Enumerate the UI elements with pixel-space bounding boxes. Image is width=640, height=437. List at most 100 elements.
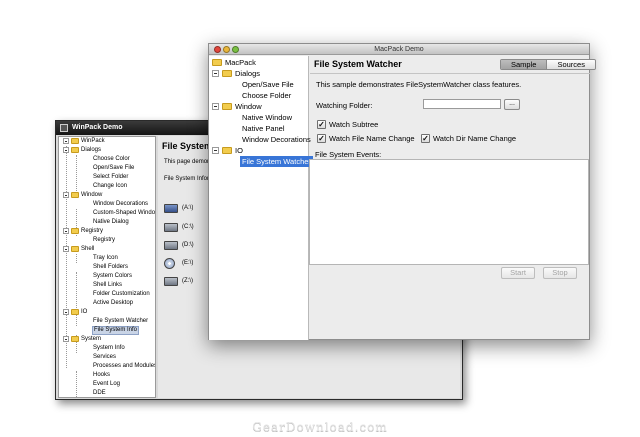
tree-label: Shell Links [93,282,123,288]
checkbox-label: Watch File Name Change [329,134,415,143]
folder-icon [71,309,79,315]
tree-guide-line [76,254,77,263]
checkmark-icon[interactable]: ✓ [317,134,326,143]
tree-label: Active Desktop [93,300,134,306]
tree-label: Native Panel [242,124,285,133]
watching-folder-input[interactable] [423,99,501,109]
zoom-window-button[interactable] [232,46,239,53]
tree-label: Native Window [242,113,293,122]
tree-label: Event Log [93,381,121,387]
tree-label: IO [235,146,243,155]
folder-icon [71,138,79,144]
browse-folder-button[interactable]: ... [504,99,520,110]
tree-label: Folder Customization [93,291,150,297]
tree-label: Window [235,102,262,111]
tree-label: Dialogs [235,69,261,78]
watermark: GearDownload.com [252,420,388,434]
tree-label: System Info [93,345,125,351]
checkmark-icon[interactable]: ✓ [421,134,430,143]
collapse-icon[interactable] [212,147,219,154]
macpack-window: MacPack Demo MacPack Dialogs Open/Save F… [208,43,596,340]
header-divider [310,73,590,74]
tree-label: Services [93,354,117,360]
tree-label: Change Icon [93,183,128,189]
tree-label: Registry [81,228,104,234]
folder-icon [71,228,79,234]
events-label: File System Events: [315,150,382,159]
collapse-icon[interactable] [63,246,69,252]
drive-label: (D:\) [182,242,194,248]
view-segmented-control: Sample Sources [500,59,596,70]
collapse-icon[interactable] [212,70,219,77]
tree-guide-line [76,272,77,326]
cd-drive-icon [164,258,175,269]
minimize-window-button[interactable] [223,46,230,53]
collapse-icon[interactable] [63,138,69,144]
folder-icon [212,59,222,66]
folder-icon [71,336,79,342]
winpack-title: WinPack Demo [72,124,123,131]
folder-icon [71,192,79,198]
collapse-icon[interactable] [63,336,69,342]
start-button[interactable]: Start [501,267,535,279]
macpack-title-bar[interactable]: MacPack Demo [209,44,589,55]
drive-label: (Z:\) [182,278,193,284]
winpack-description: This page demon [164,159,211,165]
watching-folder-label: Watching Folder: [316,101,373,110]
tree-label: Native Dialog [93,219,129,225]
tree-label: IO [81,309,88,315]
tree-label: System [81,336,102,342]
tree-label: System Colors [93,273,133,279]
hard-drive-icon [164,223,178,232]
tree-label-selected: File System Watcher [240,156,313,167]
winpack-info-label: File System Inform [164,176,215,182]
drive-label: (A:\) [182,205,194,211]
macpack-tree: MacPack Dialogs Open/Save File Choose Fo… [209,56,313,340]
hard-drive-icon [164,241,178,250]
sample-description: This sample demonstrates FileSystemWatch… [316,80,522,89]
page-title: File System Watcher [314,59,402,69]
collapse-icon[interactable] [212,103,219,110]
network-drive-icon [164,277,178,286]
tree-label: Window [81,192,103,198]
folder-icon [222,70,232,77]
tree-label: DDE [93,390,106,396]
tree-guide-line [76,155,77,191]
collapse-icon[interactable] [63,192,69,198]
tree-label: Open/Save File [93,165,135,171]
tree-label: Dialogs [81,147,102,153]
folder-icon [222,103,232,110]
tree-label: Select Folder [93,174,129,180]
tree-label: WinPack [81,138,105,144]
tree-label: Tray Icon [93,255,118,261]
tree-label: File System Watcher [93,318,149,324]
tree-label: Shell Folders [93,264,129,270]
events-log-area[interactable] [309,159,589,265]
tree-label: Custom-Shaped Window [93,210,156,216]
folder-icon [71,147,79,153]
collapse-icon[interactable] [63,228,69,234]
tree-label: Registry [93,237,116,243]
tree-label: Hooks [93,372,111,378]
tree-guide-line [66,146,67,368]
checkmark-icon[interactable]: ✓ [317,120,326,129]
tree-label: Window Decorations [93,201,149,207]
tab-sample[interactable]: Sample [501,60,547,69]
tab-sources[interactable]: Sources [546,60,595,69]
checkbox-label: Watch Dir Name Change [433,134,517,143]
tree-label: Processes and Modules [93,363,156,369]
tree-label: Shell [81,246,95,252]
app-icon [60,124,68,132]
drive-label: (E:\) [182,260,194,266]
close-window-button[interactable] [214,46,221,53]
tree-label-selected: File System Info [92,326,140,335]
winpack-tree: WinPack Dialogs Choose Color Open/Save F… [58,136,156,398]
tree-guide-line [76,371,77,397]
tree-label: Open/Save File [242,80,294,89]
folder-icon [71,246,79,252]
collapse-icon[interactable] [63,309,69,315]
tree-label: Window Decorations [242,135,311,144]
checkbox-label: Watch Subtree [329,120,379,129]
stop-button[interactable]: Stop [543,267,577,279]
collapse-icon[interactable] [63,147,69,153]
